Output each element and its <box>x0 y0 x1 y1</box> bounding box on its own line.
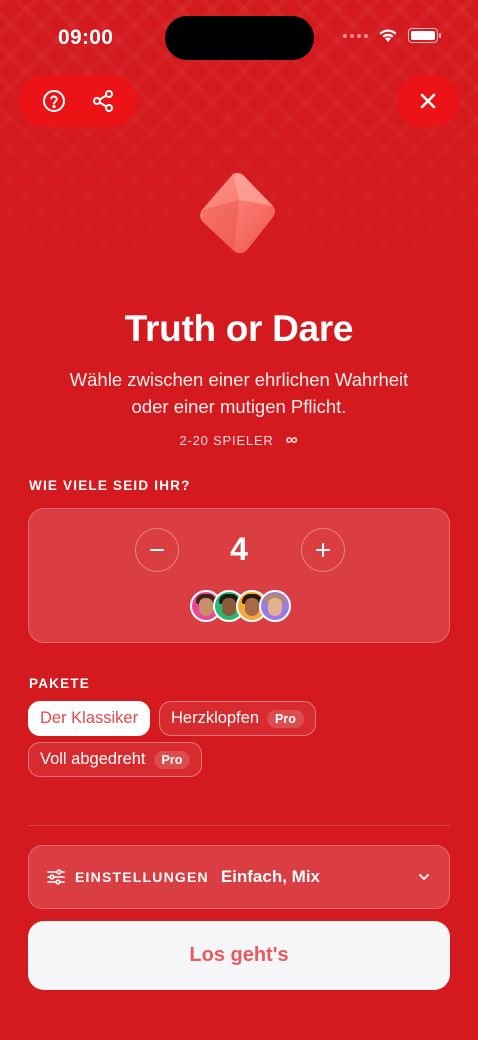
plus-icon <box>316 543 330 557</box>
battery-icon <box>408 28 441 43</box>
settings-value: Einfach, Mix <box>220 867 321 886</box>
help-button[interactable] <box>36 83 72 119</box>
player-count-card: 4 <box>28 508 450 643</box>
share-button[interactable] <box>85 83 121 119</box>
pack-label: Der Klassiker <box>40 709 139 727</box>
gem-icon <box>200 172 275 254</box>
start-game-button[interactable]: Los geht's <box>28 921 450 990</box>
packs-label: PAKETE <box>29 676 90 691</box>
increase-players-button[interactable] <box>301 528 345 572</box>
sliders-icon <box>47 869 65 885</box>
pack-der-klassiker[interactable]: Der Klassiker <box>28 701 151 736</box>
top-left-actions <box>19 75 137 127</box>
close-button[interactable] <box>397 75 459 127</box>
dynamic-island <box>165 16 314 60</box>
game-description: Wähle zwischen einer ehrlichen Wahrheit … <box>40 366 438 420</box>
settings-dropdown[interactable]: EINSTELLUNGEN Einfach, Mix <box>28 845 450 909</box>
wifi-icon <box>379 29 397 42</box>
player-avatars <box>190 590 291 622</box>
player-count: 4 <box>230 531 248 567</box>
share-icon <box>92 90 113 112</box>
pro-badge: Pro <box>153 750 191 769</box>
divider <box>28 825 450 826</box>
avatar <box>259 590 291 622</box>
chevron-down-icon <box>419 874 429 880</box>
settings-label: EINSTELLUNGEN <box>75 869 209 885</box>
game-meta: 2-20 SPIELER ∞ <box>0 430 478 450</box>
page-title: Truth or Dare <box>124 308 354 349</box>
pack-herzklopfen[interactable]: Herzklopfen Pro <box>159 701 316 736</box>
status-indicators <box>343 28 441 43</box>
players-range: 2-20 SPIELER <box>179 432 274 448</box>
pro-badge: Pro <box>267 709 304 728</box>
signal-icon <box>343 33 368 38</box>
players-label: WIE VIELE SEID IHR? <box>29 478 191 493</box>
infinity-icon: ∞ <box>285 430 299 449</box>
pack-label: Herzklopfen <box>171 709 260 727</box>
description-line-2: oder einer mutigen Pflicht. <box>131 396 347 417</box>
pack-voll-abgedreht[interactable]: Voll abgedreht Pro <box>28 742 203 777</box>
status-time: 09:00 <box>58 26 114 49</box>
help-icon <box>42 90 65 112</box>
description-line-1: Wähle zwischen einer ehrlichen Wahrheit <box>69 369 409 390</box>
close-icon <box>420 93 436 109</box>
pack-label: Voll abgedreht <box>40 750 146 768</box>
